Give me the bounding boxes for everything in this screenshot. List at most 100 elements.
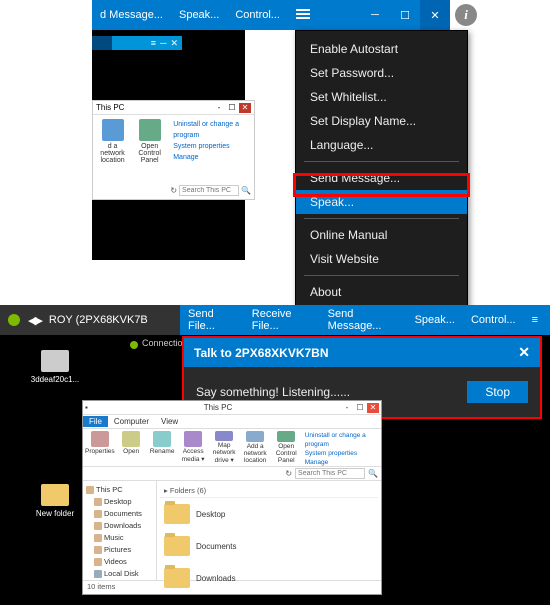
menu-control-2[interactable]: Control... [463,314,524,326]
ribbon-map-drive[interactable]: Map network drive ▾ [210,431,239,464]
search-input-bottom[interactable] [295,468,365,479]
link-manage-2[interactable]: Manage [305,458,379,467]
rename-icon [153,431,171,447]
menu-set-password[interactable]: Set Password... [296,61,467,85]
tree-this-pc[interactable]: This PC [86,484,153,496]
menu-set-whitelist[interactable]: Set Whitelist... [296,85,467,109]
mini-close[interactable]: ✕ [170,38,178,49]
menu-receive-file[interactable]: Receive File... [244,308,320,332]
search-icon[interactable]: 🔍 [241,186,251,195]
sys-icon: ▪ [85,403,95,412]
menu-send-message-2[interactable]: Send Message... [320,308,407,332]
ribbon-add-network-location[interactable]: d a network location [97,119,128,164]
folder-documents[interactable]: Documents [160,530,378,562]
tree-documents[interactable]: Documents [86,508,153,520]
tab-file[interactable]: File [83,416,108,427]
exp2-max[interactable]: ☐ [354,403,366,413]
ribbon-open-control-panel[interactable]: Open Control Panel [134,119,165,164]
ribbon-rename[interactable]: Rename [148,431,177,464]
explorer-window-bottom: ▪ This PC - ☐ ✕ File Computer View Prope… [82,400,382,595]
menu-speak-item[interactable]: Speak... [296,190,467,214]
explorer-addressbar[interactable]: ↻ 🔍 [83,467,381,481]
network-location-icon [246,431,264,442]
tree-desktop[interactable]: Desktop [86,496,153,508]
pc-icon [86,486,94,494]
fullscreen-arrows-icon[interactable]: ◀▶ [28,314,41,327]
menu-separator [304,275,459,276]
exp-close[interactable]: ✕ [239,103,251,113]
maximize-button[interactable]: ☐ [390,0,420,30]
close-button[interactable]: ✕ [420,0,450,30]
mini-minimize[interactable]: ─ [160,38,166,48]
ribbon-side-links-2: Uninstall or change a program System pro… [305,431,379,464]
hamburger-icon[interactable]: ≡ [524,314,546,326]
label: Open Control Panel [134,143,165,164]
menu-online-manual[interactable]: Online Manual [296,223,467,247]
drive-icon [215,431,233,441]
remote-tab[interactable] [92,36,112,50]
menu-speak-2[interactable]: Speak... [407,314,463,326]
explorer-title: This PC [96,103,124,112]
tree-music[interactable]: Music [86,532,153,544]
exp2-close[interactable]: ✕ [367,403,379,413]
ribbon-properties[interactable]: Properties [85,431,115,464]
menu-send-file[interactable]: Send File... [180,308,244,332]
stop-button[interactable]: Stop [467,381,528,403]
menu-set-display-name[interactable]: Set Display Name... [296,109,467,133]
tab-view[interactable]: View [155,416,184,427]
link-system-properties[interactable]: System properties [173,141,250,152]
tree-pictures[interactable]: Pictures [86,544,153,556]
menu-about[interactable]: About [296,280,467,304]
menu-language[interactable]: Language... [296,133,467,157]
connection-name: ROY (2PX68KVK7B [49,314,148,326]
ribbon-control-panel-2[interactable]: Open Control Panel [272,431,301,464]
label: d a network location [97,143,128,164]
desktop-file[interactable]: 3ddeaf20c1... [30,350,80,384]
mini-hamburger-icon[interactable]: ≡ [151,38,156,48]
link-uninstall-2[interactable]: Uninstall or change a program [305,431,379,449]
minimize-button[interactable]: ─ [360,0,390,30]
menu-control[interactable]: Control... [227,9,288,21]
refresh-icon[interactable]: ↻ [170,186,177,195]
ribbon-open[interactable]: Open [117,431,146,464]
folder-icon [94,498,102,506]
ribbon-add-net-loc[interactable]: Add a network location [241,431,270,464]
link-sysprops-2[interactable]: System properties [305,449,379,458]
tree-downloads[interactable]: Downloads [86,520,153,532]
menu-visit-website[interactable]: Visit Website [296,247,467,271]
tree-disk-c[interactable]: Local Disk (C:) [86,568,153,580]
exp-min[interactable]: - [213,103,225,113]
menu-send-message[interactable]: d Message... [92,9,171,21]
app-titlebar-top: d Message... Speak... Control... ─ ☐ ✕ [92,0,450,30]
info-icon[interactable]: i [455,4,477,26]
folder-downloads[interactable]: Downloads [160,562,378,594]
tree-videos[interactable]: Videos [86,556,153,568]
exp2-min[interactable]: - [341,403,353,413]
search-input-top[interactable] [179,185,239,196]
folder-icon [94,510,102,518]
folders-header[interactable]: ▸ Folders (6) [160,484,378,498]
explorer-file-list[interactable]: ▸ Folders (6) Desktop Documents Download… [157,481,381,580]
context-menu: Enable Autostart Set Password... Set Whi… [295,30,468,311]
link-manage[interactable]: Manage [173,152,250,163]
folder-icon [94,558,102,566]
search-icon[interactable]: 🔍 [368,469,378,478]
exp-max[interactable]: ☐ [226,103,238,113]
close-icon[interactable]: ✕ [518,344,530,361]
link-uninstall[interactable]: Uninstall or change a program [173,119,250,141]
tab-computer[interactable]: Computer [108,416,155,427]
talk-status-text: Say something! Listening...... [196,385,350,399]
explorer-window-top: This PC - ☐ ✕ d a network location Open … [92,100,255,200]
menu-speak[interactable]: Speak... [171,9,227,21]
remote-desktop-icons: 3ddeaf20c1... New folder [30,350,80,568]
hamburger-icon[interactable] [296,7,312,23]
folder-desktop[interactable]: Desktop [160,498,378,530]
refresh-icon[interactable]: ↻ [285,469,292,478]
folder-icon [94,534,102,542]
desktop-folder[interactable]: New folder [30,484,80,518]
ribbon-access-media[interactable]: Access media ▾ [179,431,208,464]
menu-send-message-item[interactable]: Send Message... [296,166,467,190]
menu-enable-autostart[interactable]: Enable Autostart [296,37,467,61]
explorer-tree[interactable]: This PC Desktop Documents Downloads Musi… [83,481,157,580]
folder-icon [94,522,102,530]
